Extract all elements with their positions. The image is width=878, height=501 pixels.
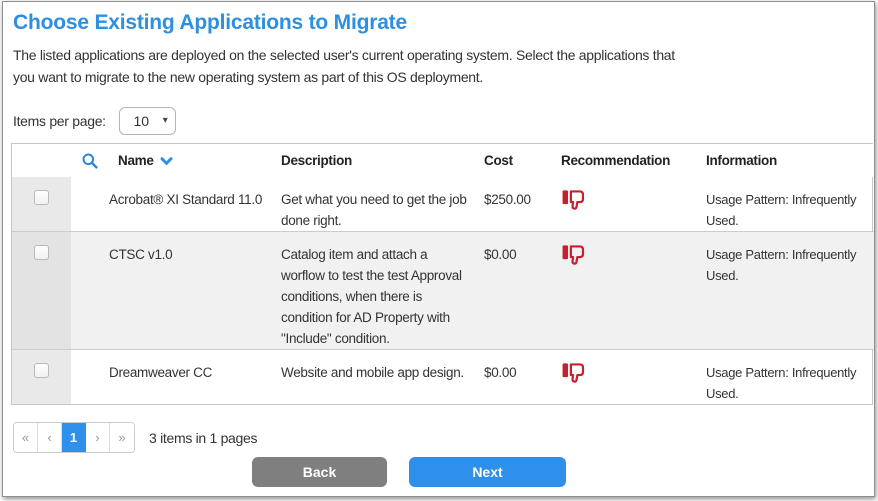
thumbs-down-icon [561, 187, 587, 213]
row-checkbox-cell [12, 232, 71, 350]
thumbs-down-icon [561, 360, 587, 386]
pager-prev-button[interactable]: ‹ [38, 423, 62, 452]
migrate-applications-dialog: Choose Existing Applications to Migrate … [2, 1, 875, 497]
intro-text: The listed applications are deployed on … [13, 44, 864, 88]
search-icon[interactable] [81, 152, 99, 170]
intro-line-1: The listed applications are deployed on … [13, 44, 864, 66]
app-description: Catalog item and attach a worflow to tes… [281, 232, 484, 350]
app-name: Dreamweaver CC [71, 350, 281, 405]
table-header-row: Name Description Cost Recommendation Inf… [12, 144, 874, 177]
row-checkbox[interactable] [34, 363, 49, 378]
page-title: Choose Existing Applications to Migrate [13, 11, 864, 35]
pager-summary: 3 items in 1 pages [149, 430, 257, 446]
next-button[interactable]: Next [409, 457, 566, 487]
items-per-page-label: Items per page: [13, 113, 106, 129]
app-cost: $0.00 [484, 350, 561, 405]
thumbs-down-icon [561, 242, 587, 268]
app-information: Usage Pattern: Infrequently Used. [706, 350, 874, 405]
pager-first-button[interactable]: « [14, 423, 38, 452]
header-description: Description [281, 144, 484, 177]
pagination-row: « ‹ 1 › » 3 items in 1 pages [13, 422, 874, 453]
row-checkbox[interactable] [34, 245, 49, 260]
header-name-label: Name [118, 153, 154, 168]
app-recommendation [561, 177, 706, 232]
app-cost: $0.00 [484, 232, 561, 350]
header-name[interactable]: Name [71, 144, 281, 177]
applications-table-container: Name Description Cost Recommendation Inf… [11, 143, 873, 405]
app-cost: $250.00 [484, 177, 561, 232]
pager: « ‹ 1 › » [13, 422, 135, 453]
app-recommendation [561, 350, 706, 405]
items-per-page-row: Items per page: 10 ▾ [13, 107, 874, 135]
app-recommendation [561, 232, 706, 350]
app-name: Acrobat® XI Standard 11.0 [71, 177, 281, 232]
footer-buttons: Back Next [252, 457, 566, 487]
table-row: Dreamweaver CC Website and mobile app de… [12, 350, 874, 405]
row-checkbox[interactable] [34, 190, 49, 205]
pager-last-button[interactable]: » [110, 423, 134, 452]
dropdown-caret-icon: ▾ [163, 116, 175, 126]
table-row: CTSC v1.0 Catalog item and attach a worf… [12, 232, 874, 350]
items-per-page-value: 10 [120, 113, 163, 129]
app-description: Website and mobile app design. [281, 350, 484, 405]
table-row: Acrobat® XI Standard 11.0 Get what you n… [12, 177, 874, 232]
app-description: Get what you need to get the job done ri… [281, 177, 484, 232]
sort-desc-icon [160, 157, 173, 166]
pager-next-button[interactable]: › [86, 423, 110, 452]
intro-line-2: you want to migrate to the new operating… [13, 66, 864, 88]
items-per-page-select[interactable]: 10 ▾ [119, 107, 176, 135]
applications-table: Name Description Cost Recommendation Inf… [12, 144, 874, 404]
header-checkbox-spacer [12, 144, 71, 177]
app-information: Usage Pattern: Infrequently Used. [706, 177, 874, 232]
header-information: Information [706, 144, 874, 177]
app-name: CTSC v1.0 [71, 232, 281, 350]
app-information: Usage Pattern: Infrequently Used. [706, 232, 874, 350]
header-cost: Cost [484, 144, 561, 177]
header-recommendation: Recommendation [561, 144, 706, 177]
back-button[interactable]: Back [252, 457, 387, 487]
row-checkbox-cell [12, 350, 71, 405]
pager-page-1-button[interactable]: 1 [62, 423, 86, 452]
row-checkbox-cell [12, 177, 71, 232]
